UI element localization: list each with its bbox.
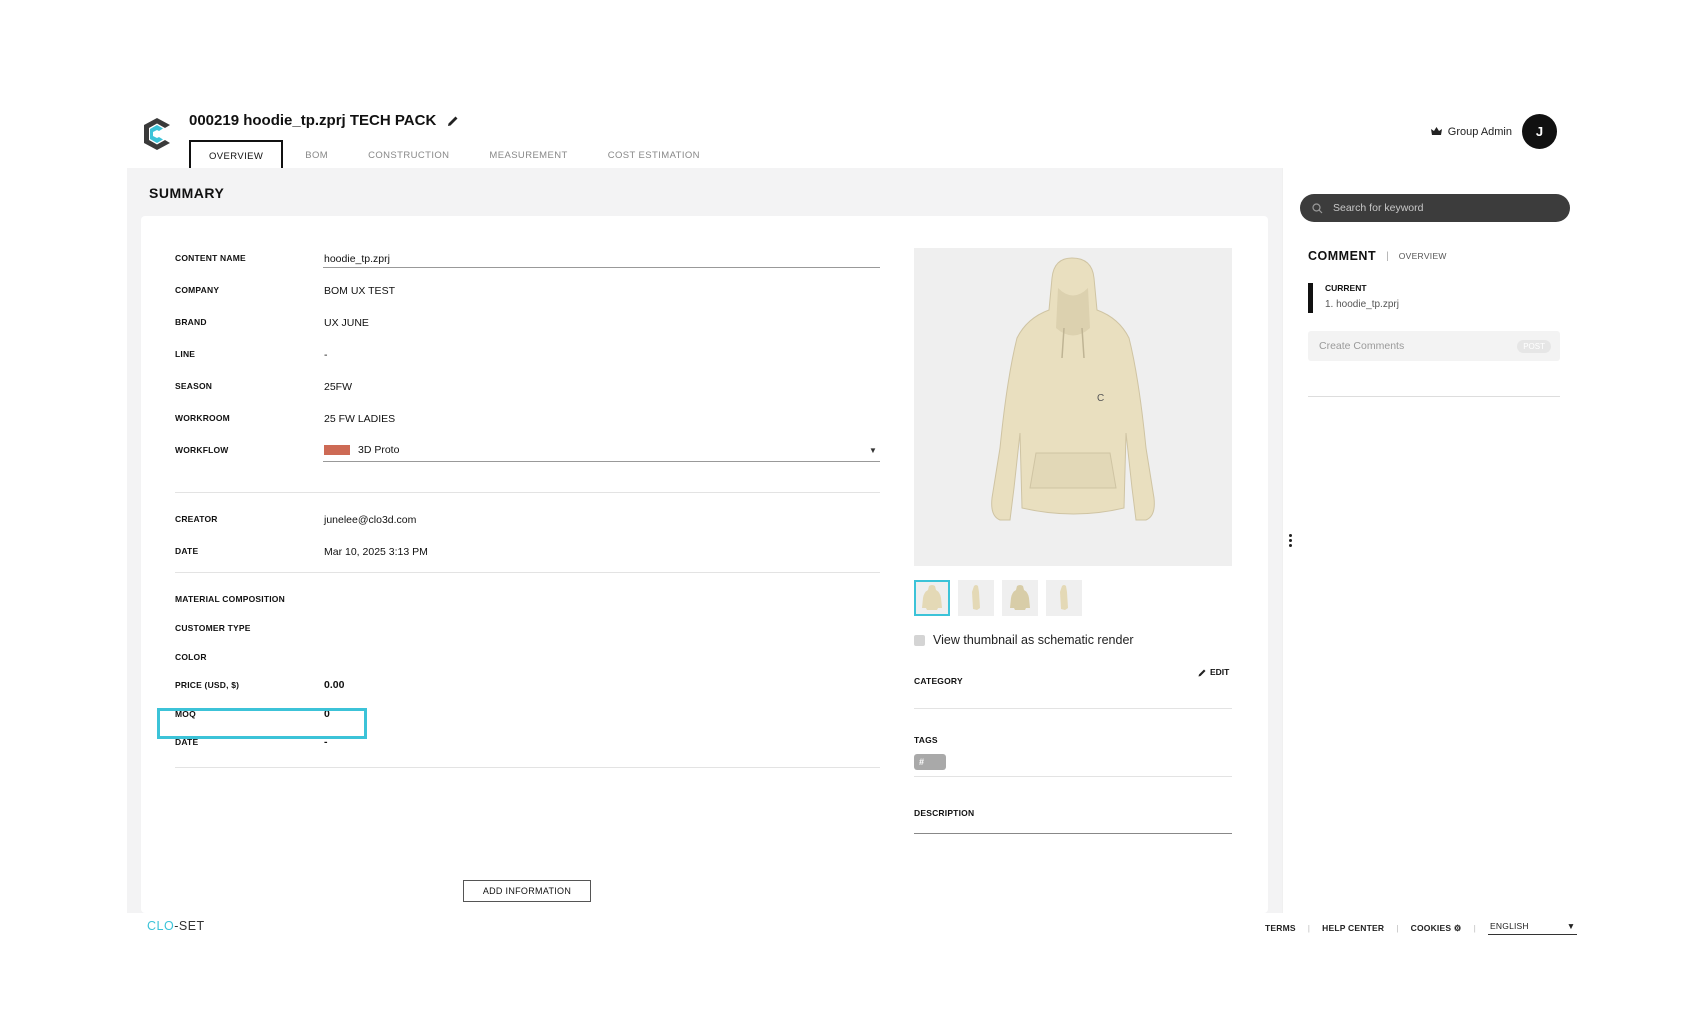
page-title: 000219 hoodie_tp.zprj TECH PACK bbox=[189, 112, 437, 129]
brand-value: UX JUNE bbox=[324, 317, 369, 329]
hoodie-side-thumb-icon bbox=[972, 585, 980, 610]
footer-brand-set: -SET bbox=[174, 919, 205, 933]
garment-preview[interactable]: C bbox=[914, 248, 1232, 566]
language-value: ENGLISH bbox=[1490, 921, 1529, 931]
hoodie-side2-thumb-icon bbox=[1060, 585, 1068, 610]
content-name-value[interactable]: hoodie_tp.zprj bbox=[324, 253, 390, 265]
current-label: CURRENT bbox=[1325, 283, 1367, 293]
app-root: 000219 hoodie_tp.zprj TECH PACK OVERVIEW… bbox=[127, 104, 1587, 940]
workflow-select[interactable]: 3D Proto bbox=[324, 444, 399, 456]
language-select[interactable]: ENGLISH ▼ bbox=[1488, 921, 1578, 935]
footer-cookies-label: COOKIES bbox=[1410, 922, 1452, 933]
section-divider bbox=[175, 572, 880, 573]
thumbnail-front[interactable] bbox=[914, 580, 950, 616]
svg-text:C: C bbox=[1097, 393, 1104, 404]
chevron-down-icon: ▼ bbox=[1566, 921, 1576, 931]
comment-title: COMMENT bbox=[1308, 249, 1377, 263]
company-label: COMPANY bbox=[175, 285, 220, 295]
season-value: 25FW bbox=[324, 381, 353, 393]
search-input[interactable] bbox=[1331, 201, 1555, 215]
color-label: COLOR bbox=[175, 652, 207, 662]
comment-separator: | bbox=[1386, 250, 1389, 262]
brand-label: BRAND bbox=[175, 317, 207, 327]
category-label: CATEGORY bbox=[914, 676, 963, 686]
date-value: Mar 10, 2025 3:13 PM bbox=[324, 546, 428, 558]
comment-tab-overview[interactable]: OVERVIEW bbox=[1399, 251, 1447, 261]
header-user-area: Group Admin J bbox=[1430, 114, 1557, 149]
search-icon bbox=[1312, 202, 1323, 213]
thumbnail-side[interactable] bbox=[958, 580, 994, 616]
user-role-label: Group Admin bbox=[1447, 125, 1512, 138]
creator-label: CREATOR bbox=[175, 514, 218, 524]
date-label: DATE bbox=[175, 546, 199, 556]
create-comment-input[interactable] bbox=[1317, 339, 1501, 353]
avatar[interactable]: J bbox=[1522, 114, 1557, 149]
tags-divider bbox=[914, 776, 1232, 777]
category-divider bbox=[914, 708, 1232, 709]
add-information-button[interactable]: ADD INFORMATION bbox=[463, 880, 591, 902]
hoodie-image: C bbox=[991, 257, 1155, 521]
tag-add-badge[interactable]: # bbox=[914, 754, 946, 770]
description-underline[interactable] bbox=[914, 833, 1232, 834]
section-divider bbox=[175, 492, 880, 493]
comment-header: COMMENT | OVERVIEW bbox=[1308, 249, 1447, 263]
content-name-underline bbox=[323, 267, 880, 268]
group-admin-badge[interactable]: Group Admin bbox=[1430, 125, 1512, 138]
edit-label: EDIT bbox=[1210, 667, 1230, 677]
schematic-label: View thumbnail as schematic render bbox=[933, 633, 1134, 647]
keyword-search[interactable] bbox=[1300, 194, 1570, 222]
edit-button[interactable]: EDIT bbox=[1198, 667, 1229, 677]
workflow-underline bbox=[323, 461, 880, 462]
season-label: SEASON bbox=[175, 381, 213, 391]
workflow-dropdown-icon[interactable]: ▼ bbox=[869, 446, 877, 455]
title-row: 000219 hoodie_tp.zprj TECH PACK bbox=[189, 112, 460, 129]
thumbnail-side2[interactable] bbox=[1046, 580, 1082, 616]
workroom-label: WORKROOM bbox=[175, 413, 230, 423]
edit-pencil-icon[interactable] bbox=[446, 114, 460, 128]
thumbnail-strip bbox=[914, 580, 1082, 616]
summary-card: CONTENT NAME hoodie_tp.zprj COMPANY BOM … bbox=[141, 216, 1268, 913]
line-value: - bbox=[324, 349, 328, 361]
clo-logo-icon[interactable] bbox=[139, 116, 175, 152]
footer-terms-link[interactable]: TERMS bbox=[1253, 923, 1308, 933]
thumbnail-back[interactable] bbox=[1002, 580, 1038, 616]
summary-title: SUMMARY bbox=[149, 185, 225, 201]
footer-brand-clo: CLO bbox=[147, 919, 175, 933]
creator-value: junelee@clo3d.com bbox=[324, 514, 417, 526]
hoodie-back-thumb-icon bbox=[1010, 585, 1030, 610]
post-button[interactable]: POST bbox=[1517, 339, 1551, 353]
edit-pencil-small-icon bbox=[1198, 669, 1206, 676]
workflow-color-swatch bbox=[324, 445, 350, 456]
price-label: PRICE (USD, $) bbox=[175, 680, 240, 690]
description-label: DESCRIPTION bbox=[914, 808, 975, 818]
footer-brand-logo: CLO-SET bbox=[147, 919, 205, 933]
current-file[interactable]: 1. hoodie_tp.zprj bbox=[1325, 299, 1399, 310]
material-composition-label: MATERIAL COMPOSITION bbox=[175, 594, 285, 604]
current-indicator bbox=[1308, 283, 1313, 313]
price-value[interactable]: 0.00 bbox=[324, 679, 344, 691]
content-name-label: CONTENT NAME bbox=[175, 253, 246, 263]
workroom-value: 25 FW LADIES bbox=[324, 413, 396, 425]
section-divider bbox=[175, 767, 880, 768]
schematic-toggle[interactable]: View thumbnail as schematic render bbox=[914, 633, 1134, 647]
footer-separator: | bbox=[1473, 923, 1477, 933]
comment-divider bbox=[1308, 396, 1560, 397]
create-comment-box[interactable]: POST bbox=[1308, 331, 1560, 361]
footer-cookies-link[interactable]: COOKIES ⚙ bbox=[1399, 923, 1474, 934]
price-highlight-box bbox=[157, 708, 367, 739]
crown-icon bbox=[1430, 127, 1442, 135]
workflow-label: WORKFLOW bbox=[175, 445, 229, 455]
workflow-value: 3D Proto bbox=[358, 444, 400, 456]
company-value: BOM UX TEST bbox=[324, 285, 395, 297]
customer-type-label: CUSTOMER TYPE bbox=[175, 623, 251, 633]
gear-icon: ⚙ bbox=[1453, 922, 1462, 933]
footer-links: TERMS | HELP CENTER | COOKIES ⚙ | ENGLIS… bbox=[1253, 921, 1578, 935]
schematic-checkbox[interactable] bbox=[914, 634, 925, 646]
panel-divider bbox=[1282, 168, 1283, 913]
more-options-icon[interactable] bbox=[1289, 534, 1293, 549]
tags-label: TAGS bbox=[914, 735, 938, 745]
footer-help-center-link[interactable]: HELP CENTER bbox=[1310, 923, 1396, 933]
line-label: LINE bbox=[175, 349, 196, 359]
hoodie-thumb-icon bbox=[922, 585, 942, 610]
